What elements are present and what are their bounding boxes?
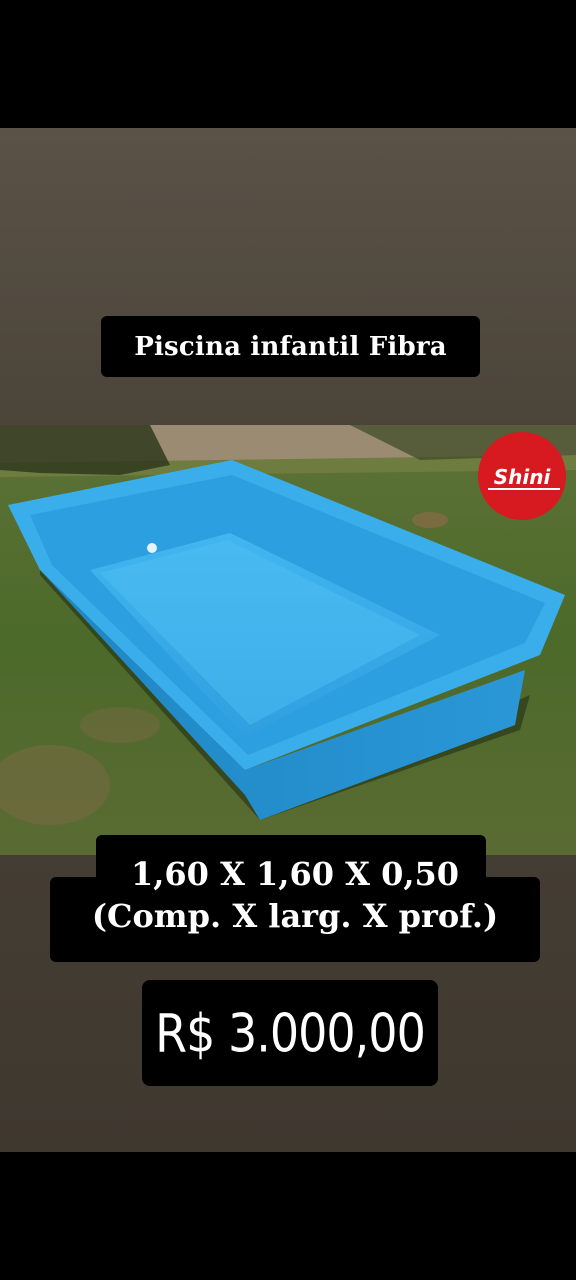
dimensions-values: 1,60 X 1,60 X 0,50 — [130, 855, 460, 893]
dimensions-legend: (Comp. X larg. X prof.) — [91, 897, 499, 935]
pool-photo-illustration: Shini — [0, 425, 576, 855]
dimensions-text: 1,60 X 1,60 X 0,50 (Comp. X larg. X prof… — [50, 853, 540, 937]
product-photo: Shini — [0, 425, 576, 855]
story-card: Piscina infantil Fibra Shini 1,60 X 1,60… — [0, 128, 576, 1152]
price: R$ 3.000,00 — [155, 1001, 426, 1065]
product-title: Piscina infantil Fibra — [134, 331, 447, 362]
logo-text: Shini — [494, 465, 552, 489]
title-badge: Piscina infantil Fibra — [101, 316, 480, 377]
shini-logo-icon: Shini — [478, 432, 566, 520]
price-badge: R$ 3.000,00 — [142, 980, 438, 1086]
story-frame: Piscina infantil Fibra Shini 1,60 X 1,60… — [0, 0, 576, 1280]
